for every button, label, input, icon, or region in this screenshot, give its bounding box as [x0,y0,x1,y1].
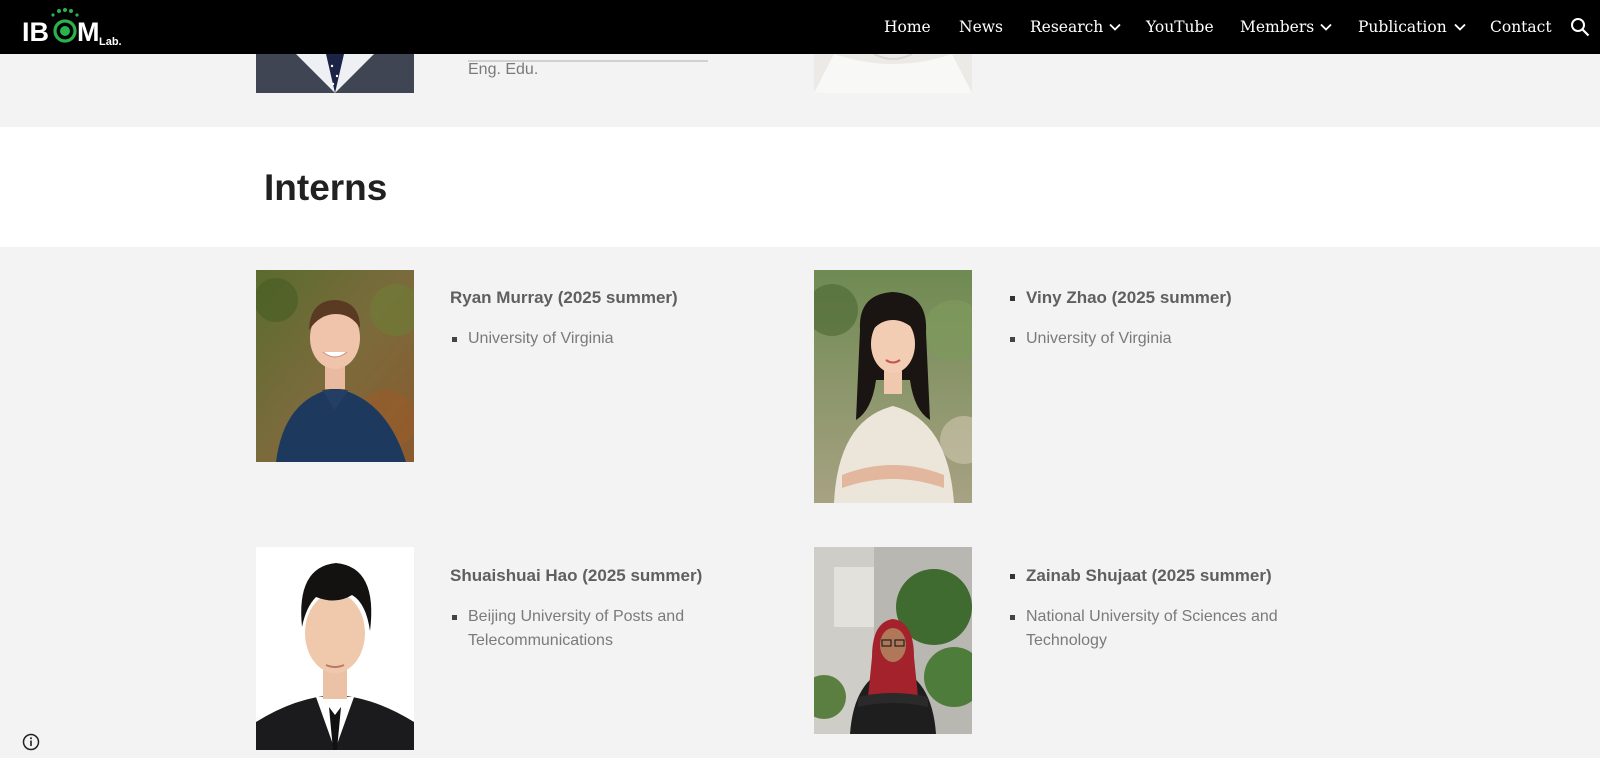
list-bullet [1010,574,1015,579]
intern-affiliation: Beijing University of Posts and Telecomm… [468,605,758,652]
intern-photo-ryan-murray [256,270,414,462]
intern-name: Ryan Murray (2025 summer) [450,288,678,307]
affiliation-line: Beijing University of Posts and [468,608,685,625]
nav-publication[interactable]: Publication [1358,16,1447,38]
list-bullet [452,615,457,620]
search-icon[interactable] [1570,17,1590,37]
nav-members[interactable]: Members [1240,16,1314,38]
nav-research[interactable]: Research [1030,16,1103,38]
nav-home[interactable]: Home [884,16,931,38]
list-bullet [1010,296,1015,301]
list-bullet [452,337,457,342]
member-affiliation-tail: Eng. Edu. [468,61,539,78]
nav-contact[interactable]: Contact [1490,16,1552,38]
intern-affiliation: University of Virginia [468,330,614,347]
member-photo-partial [256,54,414,93]
intern-photo-shuaishuai-hao [256,547,414,750]
previous-members-section: Eng. Edu. [0,53,1600,127]
nav-news[interactable]: News [959,16,1003,38]
list-bullet [1010,337,1015,342]
member-photo-partial [814,53,972,93]
intern-affiliation: University of Virginia [1026,330,1172,347]
section-title: Interns [264,167,388,208]
interns-heading-band: Interns [0,127,1600,247]
main-nav: Home News Research YouTube Members Publi… [0,0,1600,54]
affiliation-line: Technology [1026,631,1107,649]
intern-affiliation: National University of Sciences and Tech… [1026,605,1316,652]
intern-photo-zainab-shujaat [814,547,972,734]
nav-youtube[interactable]: YouTube [1146,16,1214,38]
list-bullet [1010,615,1015,620]
intern-name: Viny Zhao (2025 summer) [1026,288,1232,307]
chevron-down-icon[interactable] [1453,20,1467,34]
chevron-down-icon[interactable] [1319,20,1333,34]
top-navigation-bar: IB M Lab. Home News Research YouTube Mem… [0,0,1600,54]
intern-name: Shuaishuai Hao (2025 summer) [450,566,703,585]
chevron-down-icon[interactable] [1108,20,1122,34]
intern-name: Zainab Shujaat (2025 summer) [1026,566,1272,585]
intern-photo-viny-zhao [814,270,972,503]
affiliation-line: National University of Sciences and [1026,608,1278,625]
info-icon[interactable] [22,733,40,751]
affiliation-line: Telecommunications [468,631,613,649]
